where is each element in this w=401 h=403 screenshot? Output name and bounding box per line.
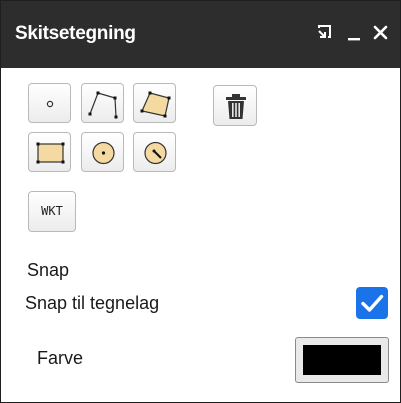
draw-circle-button[interactable] [81, 132, 124, 172]
draw-radius-circle-button[interactable] [133, 132, 176, 172]
panel-titlebar[interactable]: Skitsetegning [1, 1, 400, 68]
close-icon[interactable] [371, 19, 393, 45]
dock-icon[interactable] [315, 19, 337, 45]
draw-polygon-button[interactable] [133, 83, 176, 123]
wkt-button[interactable]: WKT [28, 191, 76, 232]
delete-drawing-button[interactable] [213, 85, 257, 126]
snap-heading: Snap [27, 260, 70, 280]
draw-rectangle-button[interactable] [28, 132, 71, 172]
color-swatch-fill [303, 345, 381, 375]
circle-icon [92, 141, 115, 165]
trash-icon [226, 94, 246, 119]
checkmark-icon [361, 294, 384, 312]
point-icon [46, 100, 54, 108]
draw-line-button[interactable] [81, 83, 124, 123]
rectangle-icon [36, 142, 65, 164]
color-picker[interactable] [295, 337, 389, 383]
draw-point-button[interactable] [28, 83, 71, 123]
minimize-icon[interactable] [345, 19, 367, 45]
color-label: Farve [37, 348, 84, 368]
polygon-icon [140, 91, 171, 118]
panel-title: Skitsetegning [15, 23, 136, 44]
sketch-panel: Skitsetegning WKT Snap Snap til tegnelag… [0, 0, 401, 403]
snap-option-label: Snap til tegnelag [25, 293, 160, 313]
polyline-icon [88, 91, 118, 119]
snap-checkbox[interactable] [356, 287, 388, 319]
radius-circle-icon [144, 141, 167, 165]
